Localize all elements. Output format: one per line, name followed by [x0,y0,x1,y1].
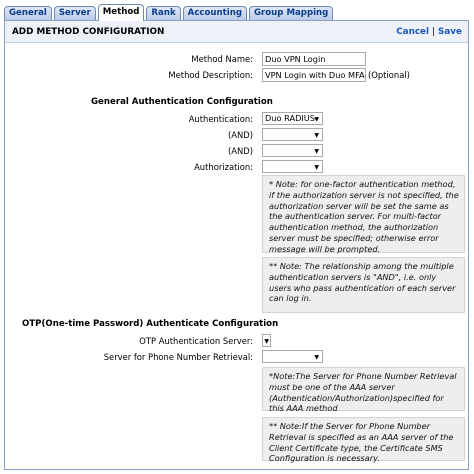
method-name-label: Method Name: [191,54,253,64]
authentication-select-2[interactable]: ▼ [262,128,323,141]
authentication-select-value: Duo RADIUS [265,113,315,123]
cancel-link[interactable]: Cancel [396,27,429,37]
phone-server-note: *Note:The Server for Phone Number Retrie… [262,367,465,413]
tab-group-mapping[interactable]: Group Mapping [248,6,334,21]
chevron-down-icon: ▼ [314,148,319,155]
general-auth-heading: General Authentication Configuration [91,97,273,107]
otp-server-label: OTP Authentication Server: [139,336,253,346]
page-title: ADD METHOD CONFIGURATION [12,27,165,37]
otp-heading: OTP(One-time Password) Authenticate Conf… [22,319,279,329]
chevron-down-icon: ▼ [314,354,319,361]
save-link[interactable]: Save [438,27,462,37]
tab-general[interactable]: General [4,6,52,21]
optional-hint: (Optional) [368,70,410,80]
method-name-input[interactable]: Duo VPN Login [262,52,366,66]
authentication-select[interactable]: Duo RADIUS ▼ [262,112,323,125]
method-description-input[interactable]: VPN Login with Duo MFA [262,68,366,82]
phone-server-label: Server for Phone Number Retrieval: [103,352,253,362]
and-label-1: (AND) [228,130,253,140]
certificate-sms-note: ** Note:If the Server for Phone Number R… [262,417,465,463]
authentication-label: Authentication: [188,114,253,124]
and-label-2: (AND) [228,146,253,156]
tab-accounting[interactable]: Accounting [182,6,247,21]
authentication-select-3[interactable]: ▼ [262,144,323,157]
authorization-note: * Note: for one-factor authentication me… [262,175,465,254]
link-separator: | [432,27,436,37]
header-actions: Cancel | Save [396,27,462,37]
chevron-down-icon: ▼ [314,164,319,171]
authorization-select[interactable]: ▼ [262,160,323,173]
tab-server[interactable]: Server [53,6,96,21]
chevron-down-icon: ▼ [314,116,319,123]
multi-server-note: ** Note: The relationship among the mult… [262,257,465,313]
method-description-label: Method Description: [168,70,253,80]
phone-server-select[interactable]: ▼ [262,350,323,363]
authorization-label: Authorization: [194,162,253,172]
chevron-down-icon: ▼ [314,132,319,139]
panel-header: ADD METHOD CONFIGURATION Cancel | Save [5,21,468,43]
method-config-panel: ADD METHOD CONFIGURATION Cancel | Save Met… [4,20,469,470]
chevron-down-icon: ▼ [264,338,269,345]
otp-server-select[interactable]: ▼ [262,334,271,347]
tab-bar: General Server Method Rank Accounting Gr… [4,4,335,21]
tab-method[interactable]: Method [97,4,145,21]
tab-rank[interactable]: Rank [146,6,181,21]
